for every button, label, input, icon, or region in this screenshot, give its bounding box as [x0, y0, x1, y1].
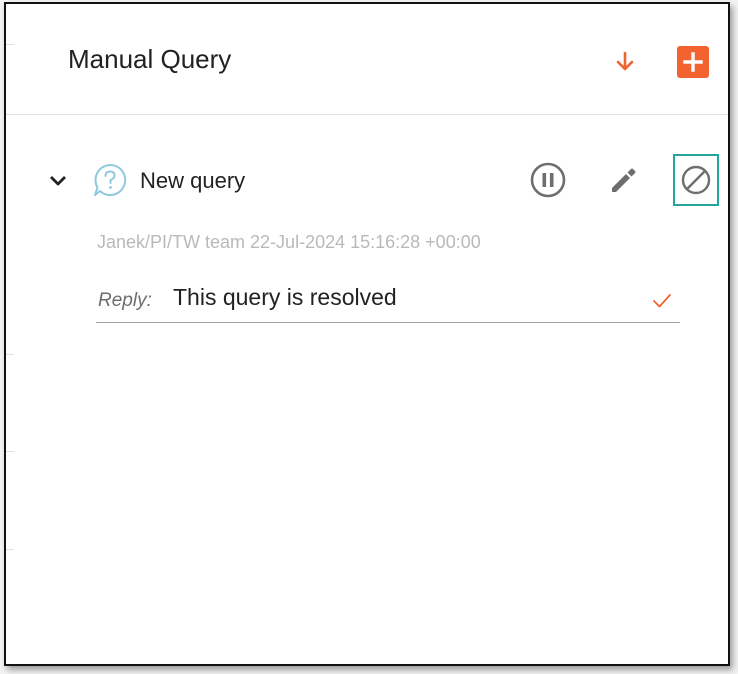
- pause-icon: [530, 162, 566, 198]
- edit-button[interactable]: [602, 160, 642, 200]
- manual-query-panel: Manual Query New query Janek/PI/TW team …: [4, 2, 730, 666]
- panel-title: Manual Query: [68, 44, 232, 74]
- reply-label: Reply:: [98, 290, 152, 311]
- cancel-query-button[interactable]: [673, 154, 719, 206]
- pause-button[interactable]: [528, 160, 568, 200]
- left-edge-divider: [6, 549, 14, 550]
- cancel-ban-icon: [681, 165, 711, 195]
- query-title[interactable]: New query: [140, 168, 245, 194]
- panel-header: Manual Query: [6, 4, 728, 115]
- check-icon: [651, 290, 673, 312]
- query-metadata: Janek/PI/TW team 22-Jul-2024 15:16:28 +0…: [97, 232, 481, 252]
- edit-pencil-icon: [612, 168, 636, 192]
- reply-text[interactable]: This query is resolved: [173, 284, 397, 311]
- question-bubble-icon: [92, 162, 128, 198]
- add-button[interactable]: [677, 46, 709, 78]
- left-edge-divider: [6, 451, 14, 452]
- download-icon[interactable]: [611, 48, 639, 76]
- reply-field[interactable]: Reply: This query is resolved: [96, 276, 680, 323]
- left-edge-divider: [6, 354, 14, 355]
- collapse-chevron-icon[interactable]: [46, 169, 70, 193]
- plus-icon: [683, 52, 703, 72]
